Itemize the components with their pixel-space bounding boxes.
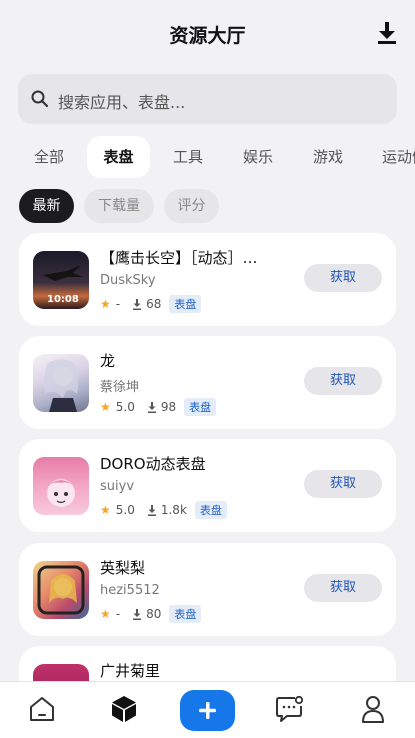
download-icon[interactable] (375, 20, 399, 46)
app-name: 龙 (100, 352, 116, 370)
get-button[interactable]: 获取 (304, 367, 382, 395)
app-meta: ★ 5.0 98 表盘 (100, 398, 217, 416)
add-button[interactable] (180, 690, 235, 731)
star-icon: ★ (100, 400, 111, 414)
top-bar: 资源大厅 (0, 0, 415, 70)
app-thumbnail (33, 561, 89, 619)
app-downloads: 80 (146, 607, 162, 621)
app-thumbnail (33, 457, 89, 515)
thumbnail-time: 10:08 (47, 294, 79, 305)
get-button[interactable]: 获取 (304, 470, 382, 498)
tab-sports-health[interactable]: 运动健康 (382, 136, 415, 178)
app-author: suiyv (100, 479, 135, 494)
tab-watchface[interactable]: 表盘 (87, 136, 150, 178)
get-button[interactable]: 获取 (304, 574, 382, 602)
category-badge: 表盘 (184, 398, 217, 416)
category-badge: 表盘 (169, 295, 202, 313)
cube-icon[interactable] (109, 694, 139, 724)
filter-rating[interactable]: 评分 (164, 189, 219, 223)
app-name: 广井菊里 (100, 662, 161, 680)
app-rating: 5.0 (115, 400, 135, 414)
app-downloads: 1.8k (160, 503, 187, 517)
tab-tools[interactable]: 工具 (173, 136, 203, 178)
app-author: 蔡徐坤 (100, 380, 140, 395)
message-icon[interactable] (274, 694, 304, 724)
category-badge: 表盘 (169, 605, 202, 623)
app-author: hezi5512 (100, 583, 160, 598)
download-count-icon (147, 401, 156, 413)
app-thumbnail: 10:08 (33, 251, 89, 309)
app-thumbnail (33, 354, 89, 412)
search-placeholder: 搜索应用、表盘... (58, 93, 186, 112)
app-meta: ★ - 80 表盘 (100, 605, 202, 623)
app-name: 【鹰击长空】［动态］… (100, 249, 258, 267)
tab-games[interactable]: 游戏 (313, 136, 343, 178)
list-item[interactable]: 10:08 【鹰击长空】［动态］… DuskSky ★ - 68 表盘 获取 (19, 233, 396, 326)
star-icon: ★ (100, 607, 111, 621)
bottom-nav (0, 681, 415, 738)
app-rating: - (115, 607, 121, 621)
star-icon: ★ (100, 503, 111, 517)
app-rating: - (115, 297, 121, 311)
plus-icon (199, 702, 216, 719)
app-author: DuskSky (100, 273, 156, 288)
app-rating: 5.0 (115, 503, 135, 517)
category-badge: 表盘 (194, 501, 227, 519)
search-icon (30, 89, 50, 109)
app-downloads: 68 (146, 297, 162, 311)
app-meta: ★ - 68 表盘 (100, 295, 202, 313)
home-icon[interactable] (27, 694, 57, 724)
tab-all[interactable]: 全部 (34, 136, 64, 178)
star-icon: ★ (100, 297, 111, 311)
get-button[interactable]: 获取 (304, 264, 382, 292)
download-count-icon (133, 298, 142, 310)
tab-entertainment[interactable]: 娱乐 (243, 136, 273, 178)
app-downloads: 98 (160, 400, 177, 414)
filter-downloads[interactable]: 下载量 (84, 189, 154, 223)
download-count-icon (147, 504, 156, 516)
app-name: DORO动态表盘 (100, 455, 206, 473)
search-bar[interactable]: 搜索应用、表盘... (18, 74, 397, 124)
app-meta: ★ 5.0 1.8k 表盘 (100, 501, 227, 519)
sort-filters: 最新 下载量 评分 (0, 189, 415, 223)
list-item[interactable]: 龙 蔡徐坤 ★ 5.0 98 表盘 获取 (19, 336, 396, 429)
page-title: 资源大厅 (169, 25, 246, 47)
list-item[interactable]: DORO动态表盘 suiyv ★ 5.0 1.8k 表盘 获取 (19, 439, 396, 532)
download-count-icon (133, 608, 142, 620)
filter-latest[interactable]: 最新 (19, 189, 74, 223)
user-icon[interactable] (358, 694, 388, 724)
category-tabs: 全部 表盘 工具 娱乐 游戏 运动健康 (0, 136, 415, 178)
app-name: 英梨梨 (100, 559, 146, 577)
list-item[interactable]: 英梨梨 hezi5512 ★ - 80 表盘 获取 (19, 543, 396, 636)
